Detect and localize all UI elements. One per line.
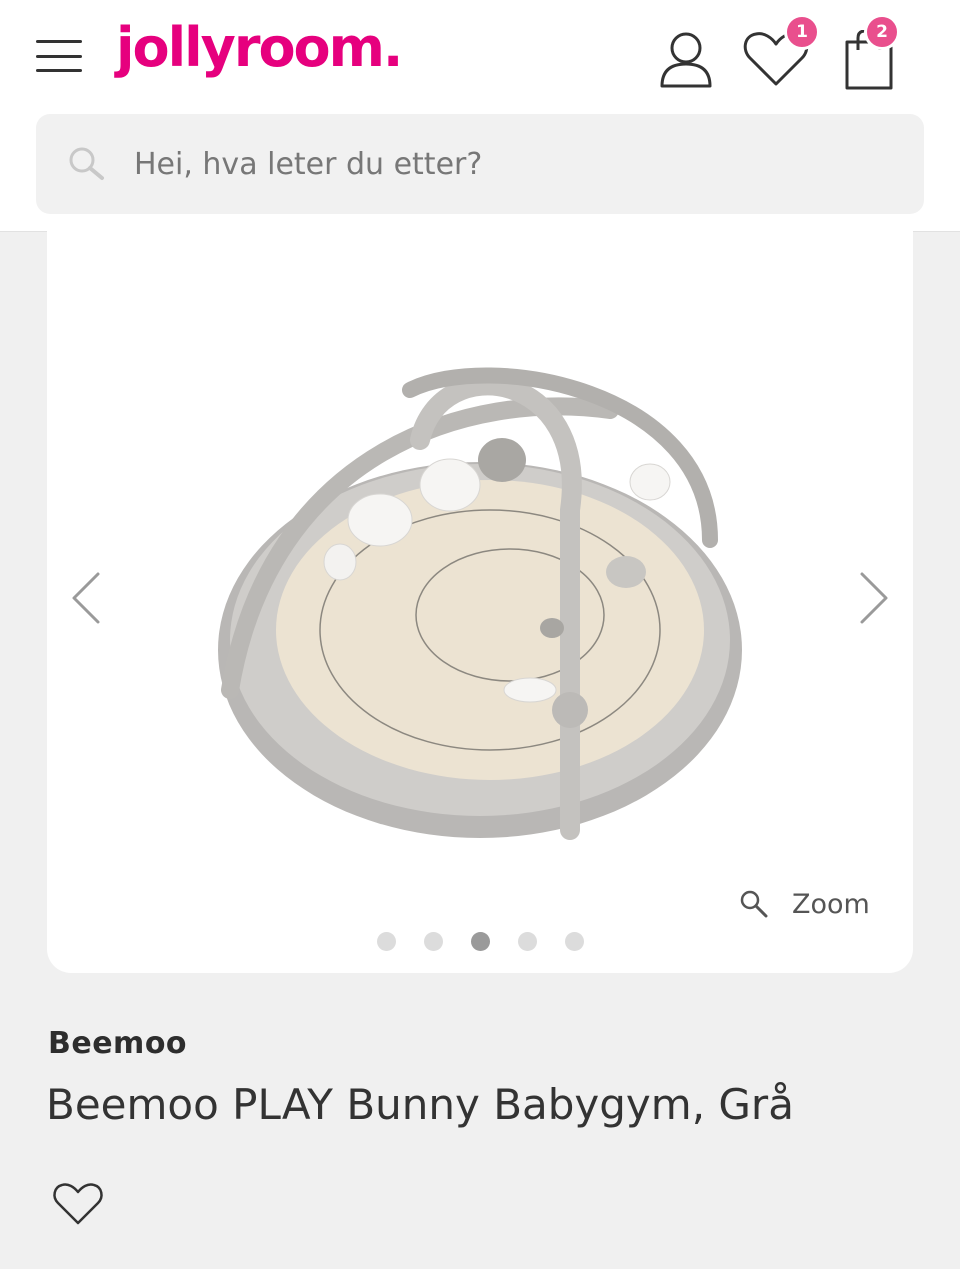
menu-line (36, 69, 82, 72)
pagination-dot[interactable] (423, 932, 443, 951)
account-button[interactable] (656, 30, 716, 88)
chevron-left-icon (72, 572, 100, 624)
heart-outline-icon (53, 1183, 103, 1225)
user-icon (660, 32, 712, 88)
pagination-dot[interactable] (564, 932, 584, 951)
zoom-button[interactable]: Zoom (738, 888, 870, 920)
add-to-wishlist-button[interactable] (52, 1182, 104, 1230)
cart-button[interactable]: 2 (844, 14, 900, 90)
product-title: Beemoo PLAY Bunny Babygym, Grå (46, 1080, 794, 1129)
wishlist-count-badge: 1 (784, 14, 820, 50)
chevron-right-icon (860, 572, 888, 624)
hamburger-menu-button[interactable] (36, 40, 82, 72)
product-brand[interactable]: Beemoo (48, 1026, 187, 1061)
search-input[interactable] (134, 146, 854, 182)
gallery-prev-button[interactable] (68, 570, 104, 630)
site-header: jollyroom. 1 2 (0, 0, 960, 232)
pagination-dot[interactable] (517, 932, 537, 951)
pagination-dot[interactable] (376, 932, 396, 951)
product-image[interactable] (210, 330, 750, 874)
gallery-pagination (0, 932, 960, 951)
menu-line (36, 54, 82, 58)
pagination-dot-active[interactable] (470, 932, 490, 951)
cart-count-badge: 2 (864, 14, 900, 50)
search-icon (69, 147, 104, 180)
site-logo[interactable]: jollyroom. (116, 16, 403, 79)
gallery-next-button[interactable] (856, 570, 892, 630)
magnifier-icon (740, 890, 768, 918)
menu-line (36, 40, 82, 43)
search-bar[interactable] (36, 114, 924, 214)
wishlist-button[interactable]: 1 (742, 14, 820, 88)
zoom-label: Zoom (792, 888, 870, 920)
